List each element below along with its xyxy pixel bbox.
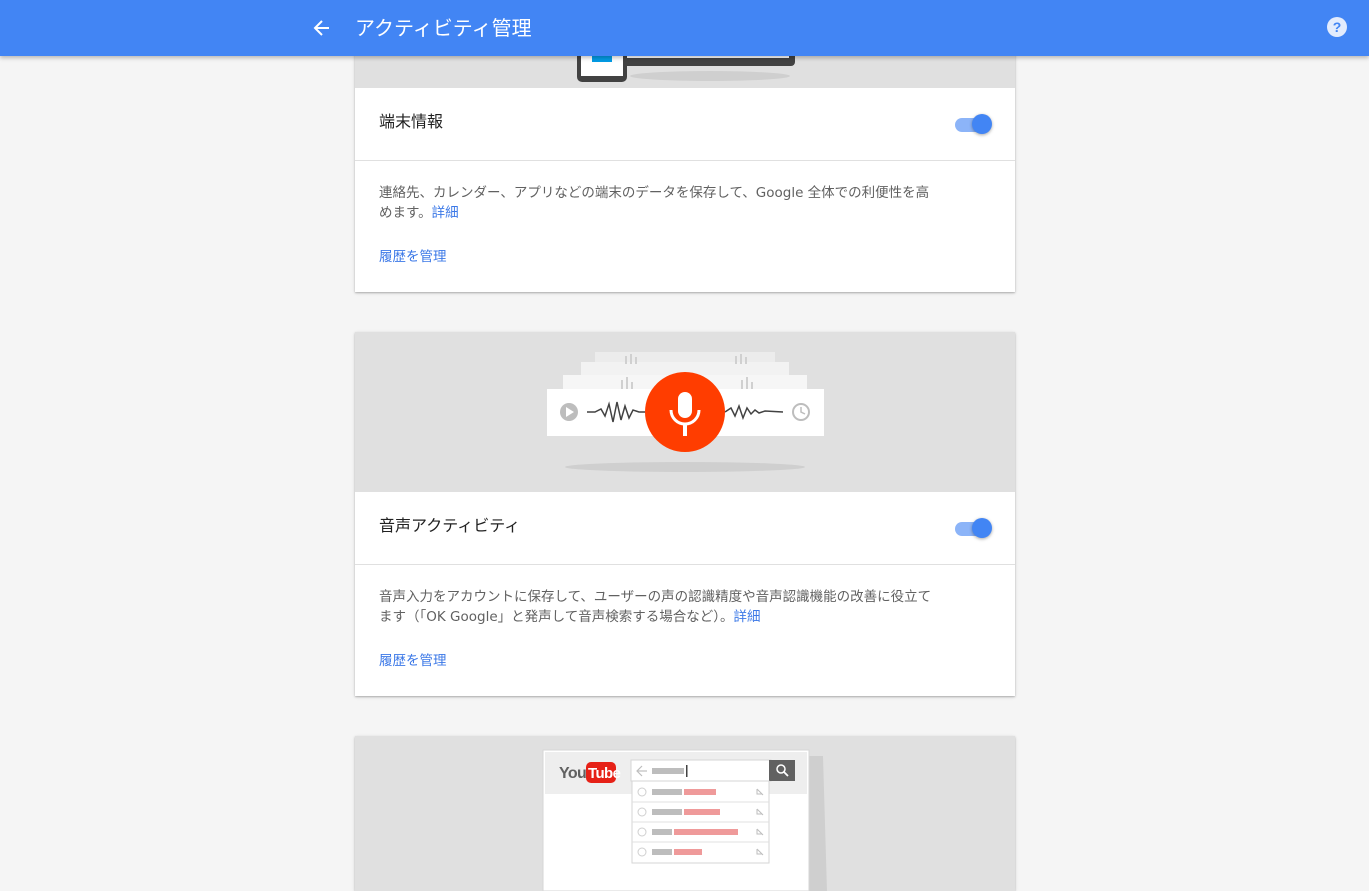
manage-history-link[interactable]: 履歴を管理 bbox=[379, 245, 447, 265]
toggle-thumb bbox=[972, 518, 992, 538]
voice-activity-header: 音声アクティビティ bbox=[355, 492, 1015, 565]
youtube-illustration-graphic: You Tube bbox=[542, 749, 827, 891]
arrow-back-icon bbox=[313, 20, 329, 36]
voice-illustration bbox=[355, 332, 1015, 492]
device-info-toggle[interactable] bbox=[955, 112, 993, 136]
learn-more-link[interactable]: 詳細 bbox=[733, 609, 760, 625]
device-info-body: 連絡先、カレンダー、アプリなどの端末のデータを保存して、Google 全体での利… bbox=[355, 161, 1015, 265]
voice-illustration-graphic bbox=[547, 352, 824, 472]
youtube-illustration: You Tube bbox=[355, 736, 1015, 891]
description-text: 連絡先、カレンダー、アプリなどの端末のデータを保存して、Google 全体での利… bbox=[379, 185, 930, 221]
page-title: アクティビティ管理 bbox=[355, 16, 532, 40]
voice-activity-title: 音声アクティビティ bbox=[379, 516, 521, 535]
voice-activity-card: 音声アクティビティ 音声入力をアカウントに保存して、ユーザーの声の認識精度や音声… bbox=[355, 332, 1015, 696]
voice-activity-toggle[interactable] bbox=[955, 516, 993, 540]
voice-activity-description: 音声入力をアカウントに保存して、ユーザーの声の認識精度や音声認識機能の改善に役立… bbox=[379, 587, 939, 627]
svg-text:?: ? bbox=[1333, 19, 1342, 35]
back-button[interactable] bbox=[306, 12, 338, 44]
description-text: 音声入力をアカウントに保存して、ユーザーの声の認識精度や音声認識機能の改善に役立… bbox=[379, 589, 932, 625]
device-info-title: 端末情報 bbox=[379, 112, 444, 131]
youtube-logo-you: You bbox=[559, 765, 586, 782]
app-bar: アクティビティ管理 ? bbox=[0, 0, 1369, 56]
voice-activity-body: 音声入力をアカウントに保存して、ユーザーの声の認識精度や音声認識機能の改善に役立… bbox=[355, 565, 1015, 669]
main-content: 端末情報 連絡先、カレンダー、アプリなどの端末のデータを保存して、Google … bbox=[0, 0, 1369, 891]
help-icon: ? bbox=[1327, 17, 1347, 37]
youtube-history-card: You Tube bbox=[355, 736, 1015, 891]
help-button[interactable]: ? bbox=[1326, 16, 1348, 38]
device-info-header: 端末情報 bbox=[355, 88, 1015, 161]
learn-more-link[interactable]: 詳細 bbox=[432, 205, 459, 221]
toggle-thumb bbox=[972, 114, 992, 134]
youtube-logo-tube: Tube bbox=[588, 765, 621, 782]
manage-history-link[interactable]: 履歴を管理 bbox=[379, 649, 447, 669]
device-info-description: 連絡先、カレンダー、アプリなどの端末のデータを保存して、Google 全体での利… bbox=[379, 183, 939, 223]
